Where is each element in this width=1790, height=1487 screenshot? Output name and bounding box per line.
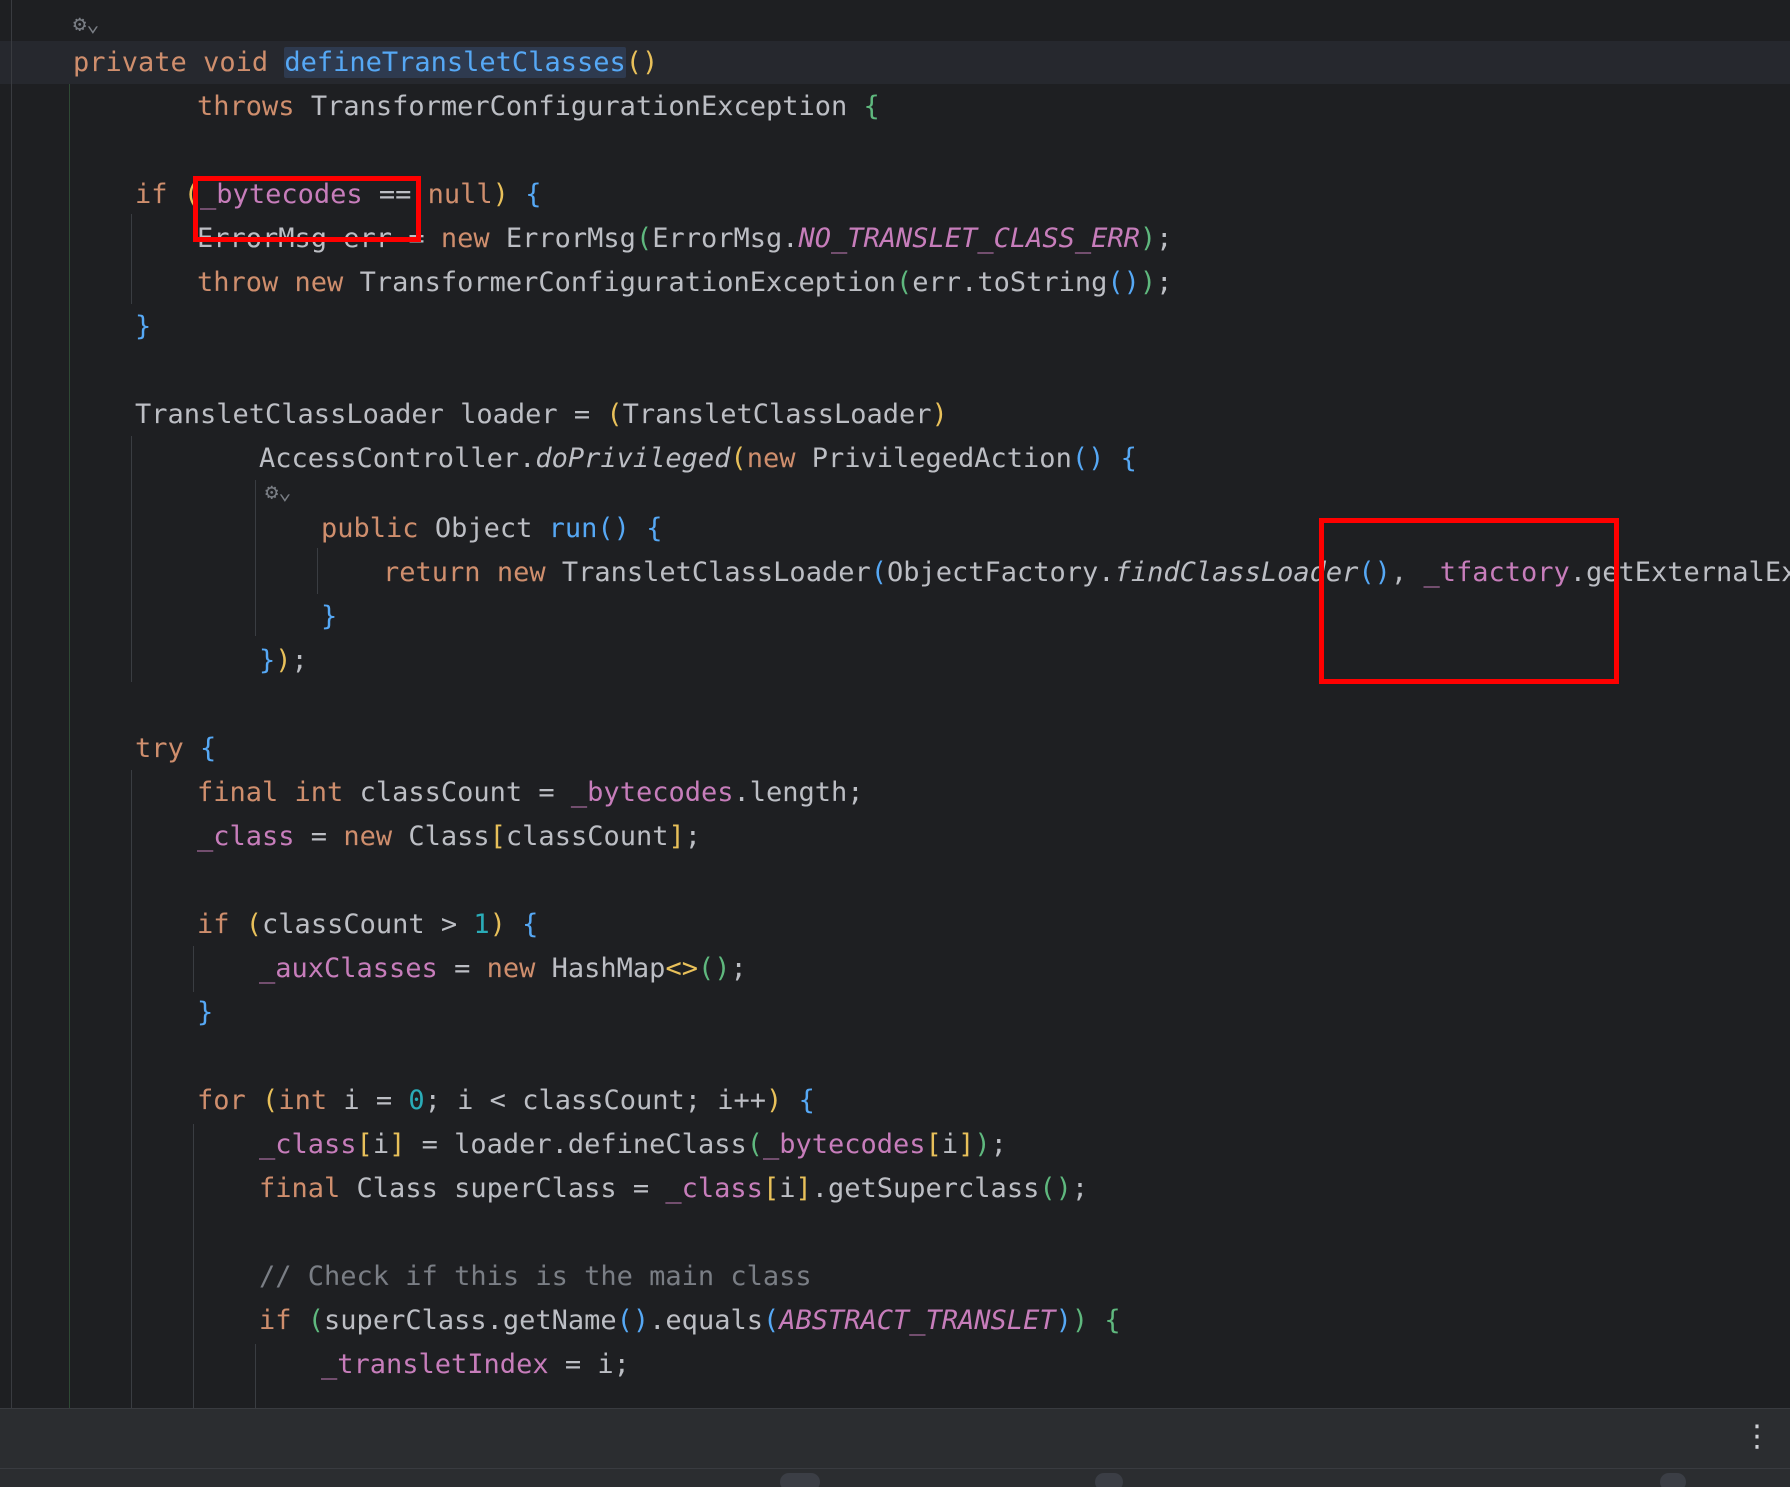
- indent-guide: [131, 436, 132, 682]
- code-line-23: if (superClass.getName().equals(ABSTRACT…: [259, 1305, 1121, 1336]
- code-line-14: final int classCount = _bytecodes.length…: [197, 777, 864, 808]
- code-line-5: throw new TransformerConfigurationExcept…: [197, 267, 1173, 298]
- code-line-17: _auxClasses = new HashMap<>();: [259, 953, 747, 984]
- code-line-2: throws TransformerConfigurationException…: [197, 91, 880, 122]
- code-line-12: });: [259, 645, 308, 676]
- code-line-6: }: [135, 311, 152, 342]
- code-line-7: TransletClassLoader loader = (TransletCl…: [135, 399, 948, 430]
- code-editor[interactable]: ⚙⌄ ⚙⌄ private void defineTransletClasses…: [0, 0, 1790, 1408]
- code-line-18: }: [197, 997, 214, 1028]
- code-line-15: _class = new Class[classCount];: [197, 821, 702, 852]
- code-line-19: for (int i = 0; i < classCount; i++) {: [197, 1085, 815, 1116]
- code-line-24: _transletIndex = i;: [321, 1349, 630, 1380]
- indent-guide: [69, 84, 70, 1408]
- bottom-toolbar-item[interactable]: [1660, 1473, 1686, 1487]
- ai-assist-inlay-icon[interactable]: ⚙⌄: [265, 480, 292, 506]
- more-options-icon[interactable]: ⋮: [1742, 1415, 1772, 1459]
- code-line-13: try {: [135, 733, 217, 764]
- code-line-20: _class[i] = loader.defineClass(_bytecode…: [259, 1129, 1007, 1160]
- code-line-11: }: [321, 601, 338, 632]
- code-line-1: private void defineTransletClasses(): [73, 47, 659, 78]
- indent-guide: [193, 946, 194, 992]
- code-line-8: AccessController.doPrivileged(new Privil…: [259, 443, 1137, 474]
- indent-guide: [131, 214, 132, 304]
- bottom-toolbar: [0, 1468, 1790, 1487]
- code-line-16: if (classCount > 1) {: [197, 909, 539, 940]
- status-bar: ⋮: [0, 1408, 1790, 1469]
- indent-guide: [131, 770, 132, 1408]
- indent-guide: [255, 1344, 256, 1408]
- indent-guide: [193, 1124, 194, 1408]
- code-line-21: final Class superClass = _class[i].getSu…: [259, 1173, 1089, 1204]
- indent-guide: [255, 480, 256, 636]
- annotation-box-bytecodes: [193, 176, 421, 242]
- annotation-box-tfactory: [1319, 518, 1619, 684]
- method-name: defineTransletClasses: [284, 47, 626, 78]
- code-line-9: public Object run() {: [321, 513, 663, 544]
- bottom-toolbar-item[interactable]: [780, 1473, 820, 1487]
- bottom-toolbar-item[interactable]: [1095, 1473, 1123, 1487]
- indent-guide: [317, 548, 318, 594]
- gutter-divider: [11, 0, 12, 1408]
- code-line-22: // Check if this is the main class: [259, 1261, 812, 1292]
- ai-assist-inlay-icon[interactable]: ⚙⌄: [73, 12, 100, 38]
